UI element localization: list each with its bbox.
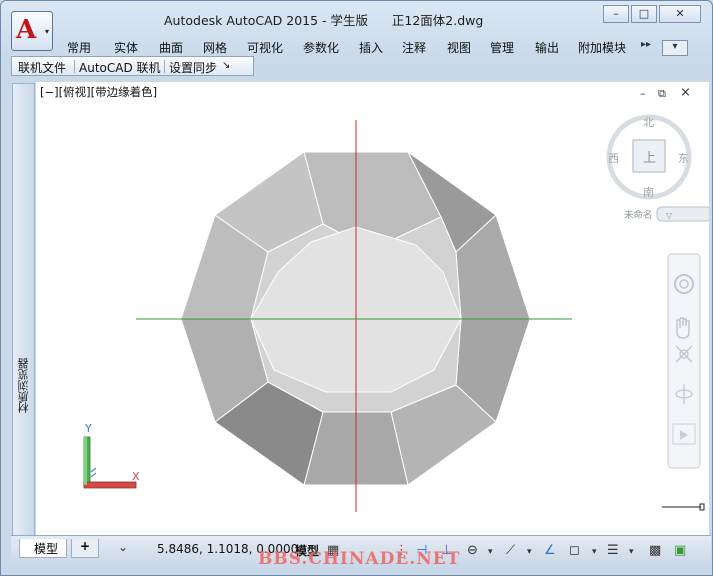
ucs-name-menu[interactable]: 未命名 bbox=[624, 209, 653, 221]
model-tab-label: 模型 bbox=[34, 542, 59, 556]
tab-manage[interactable]: 管理 bbox=[490, 39, 514, 56]
chevron-down-icon: ▽ bbox=[666, 211, 673, 220]
material-browser-label: 材质浏览器 bbox=[17, 358, 30, 413]
tab-annotate[interactable]: 注释 bbox=[402, 39, 426, 56]
tab-addins[interactable]: 附加模块 bbox=[578, 39, 626, 56]
tab-output[interactable]: 输出 bbox=[535, 39, 559, 56]
chevron-down-icon[interactable]: ⌄ bbox=[118, 540, 128, 554]
close-button[interactable]: ✕ bbox=[659, 5, 701, 23]
window-title: Autodesk AutoCAD 2015 - 学生版 正12面体2.dwg bbox=[164, 13, 484, 28]
tab-home[interactable]: 常用 bbox=[67, 39, 91, 56]
minimize-button[interactable]: – bbox=[603, 5, 629, 23]
chevron-down-icon: ▾ bbox=[44, 27, 49, 36]
autocad-logo-icon: A bbox=[16, 15, 37, 45]
autocad-online-button[interactable]: AutoCAD 联机 bbox=[79, 59, 161, 76]
maximize-button[interactable]: □ bbox=[631, 5, 657, 23]
material-browser-palette[interactable]: 材质浏览器 bbox=[12, 83, 35, 536]
add-layout-tab[interactable]: + bbox=[71, 539, 99, 558]
model-tab[interactable]: 模型 bbox=[19, 539, 67, 558]
chevron-down-icon: ▾ bbox=[672, 41, 678, 52]
navigation-bar[interactable] bbox=[667, 253, 701, 469]
ucs-x-label: X bbox=[132, 470, 140, 483]
chevron-down-icon[interactable]: ▾ bbox=[629, 547, 634, 557]
object-snap-tracking-icon[interactable]: ⊖ bbox=[467, 543, 478, 558]
viewcube-east[interactable]: 东 bbox=[678, 152, 689, 165]
plus-icon: + bbox=[79, 539, 91, 553]
tab-solid[interactable]: 实体 bbox=[114, 39, 138, 56]
online-panel-bar: 联机文件 AutoCAD 联机 设置同步 ↘ bbox=[11, 56, 254, 76]
viewcube-south[interactable]: 南 bbox=[643, 186, 654, 199]
ucs-icon bbox=[83, 436, 137, 489]
isolate-objects-icon[interactable]: ▩ bbox=[649, 543, 661, 558]
tab-parametric[interactable]: 参数化 bbox=[303, 39, 339, 56]
tab-surface[interactable]: 曲面 bbox=[159, 39, 183, 56]
settings-sync-button[interactable]: 设置同步 bbox=[169, 59, 217, 76]
tab-mesh[interactable]: 网格 bbox=[203, 39, 227, 56]
tab-insert[interactable]: 插入 bbox=[359, 39, 383, 56]
dodecahedron-model: Y X 北 南 东 西 上 未命名 ▽ bbox=[83, 114, 709, 512]
online-files-button[interactable]: 联机文件 bbox=[18, 59, 66, 76]
object-snap-icon[interactable]: ⟋ bbox=[506, 543, 515, 558]
chevron-down-icon[interactable]: ▾ bbox=[527, 547, 532, 557]
pin-icon[interactable]: ↘ bbox=[222, 60, 230, 71]
tab-visualize[interactable]: 可视化 bbox=[247, 39, 283, 56]
viewcube[interactable] bbox=[606, 114, 709, 222]
divider bbox=[164, 60, 165, 73]
title-bar: A ▾ Autodesk AutoCAD 2015 - 学生版 正12面体2.d… bbox=[1, 1, 712, 51]
chevron-down-icon[interactable]: ▾ bbox=[488, 547, 493, 557]
drawing-viewport[interactable]: [−][俯视][带边缘着色] – ⧉ ⨯ Y X 北 南 东 西 上 未命名 ▽ bbox=[36, 82, 709, 536]
line-weight-icon[interactable]: ∠ bbox=[544, 543, 556, 558]
ribbon-options-button[interactable]: ▾ bbox=[662, 40, 688, 56]
ribbon-more-icon[interactable]: ▸▸ bbox=[641, 39, 651, 50]
autocad-window: A ▾ Autodesk AutoCAD 2015 - 学生版 正12面体2.d… bbox=[0, 0, 713, 576]
viewcube-north[interactable]: 北 bbox=[643, 116, 654, 129]
workspace-icon[interactable]: ▣ bbox=[674, 543, 686, 558]
viewcube-top-face[interactable]: 上 bbox=[643, 151, 656, 166]
selection-cycling-icon[interactable]: ☰ bbox=[607, 543, 619, 558]
transparency-icon[interactable]: ◻ bbox=[569, 543, 580, 558]
divider bbox=[74, 60, 75, 73]
tab-view[interactable]: 视图 bbox=[447, 39, 471, 56]
application-menu-button[interactable]: A ▾ bbox=[11, 11, 53, 51]
viewcube-west[interactable]: 西 bbox=[608, 152, 619, 165]
chevron-down-icon[interactable]: ▾ bbox=[592, 547, 597, 557]
watermark: BBS.CHINADE.NET bbox=[258, 549, 461, 569]
ucs-y-label: Y bbox=[84, 422, 92, 435]
